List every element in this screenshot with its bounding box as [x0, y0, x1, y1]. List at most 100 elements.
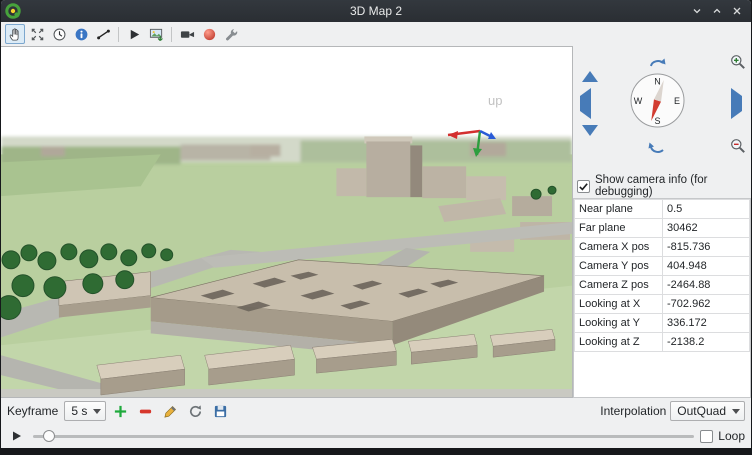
zoom-in-icon	[730, 54, 746, 70]
show-camera-info-label: Show camera info (for debugging)	[595, 174, 747, 198]
red-sphere-icon	[202, 27, 217, 42]
3d-scene	[1, 47, 572, 397]
table-row: Camera Y pos404.948	[575, 257, 750, 276]
interpolation-label: Interpolation	[600, 404, 666, 418]
maximize-button[interactable]	[709, 3, 725, 19]
table-row: Near plane0.5	[575, 200, 750, 219]
close-button[interactable]	[729, 3, 745, 19]
row-value: -2464.88	[663, 276, 750, 295]
slider-handle[interactable]	[43, 430, 55, 442]
curved-arrow-left-icon	[647, 54, 667, 69]
toolbar-separator	[171, 27, 172, 42]
row-label: Looking at Z	[575, 333, 663, 352]
interpolation-value: OutQuad	[677, 404, 726, 418]
keyframe-duration-value: 5 s	[71, 404, 87, 418]
row-value: -702.962	[663, 295, 750, 314]
measure-line-button[interactable]	[93, 24, 113, 44]
show-camera-info-checkbox[interactable]: Show camera info (for debugging)	[573, 174, 751, 198]
row-value: 336.172	[663, 314, 750, 333]
zoom-full-button[interactable]	[27, 24, 47, 44]
3d-viewport[interactable]: up	[1, 46, 573, 398]
play-icon	[127, 27, 142, 42]
chevron-down-icon	[93, 409, 101, 414]
configure-button[interactable]	[221, 24, 241, 44]
row-label: Far plane	[575, 219, 663, 238]
refresh-icon	[188, 404, 203, 419]
move-right-button[interactable]	[731, 96, 742, 111]
window-title: 3D Map 2	[1, 4, 751, 18]
wrench-icon	[224, 27, 239, 42]
edit-keyframe-button[interactable]	[160, 401, 181, 422]
toolbar-separator	[118, 27, 119, 42]
row-label: Looking at Y	[575, 314, 663, 333]
loop-label: Loop	[718, 429, 745, 443]
row-value: -815.736	[663, 238, 750, 257]
remove-keyframe-button[interactable]	[135, 401, 156, 422]
table-row: Camera X pos-815.736	[575, 238, 750, 257]
save-image-icon	[149, 27, 164, 42]
row-value: 30462	[663, 219, 750, 238]
slider-groove[interactable]	[33, 435, 694, 438]
arrow-up-icon	[582, 56, 598, 82]
timeline-slider[interactable]	[33, 428, 694, 444]
row-value: 404.948	[663, 257, 750, 276]
compass-w-label: W	[634, 96, 643, 106]
chevron-down-icon	[732, 409, 740, 414]
effects-button[interactable]	[199, 24, 219, 44]
row-value: 0.5	[663, 200, 750, 219]
export-camera-button[interactable]	[177, 24, 197, 44]
compass[interactable]: N W E S	[629, 72, 686, 129]
navigation-widget: N W E S	[573, 46, 751, 174]
compass-e-label: E	[674, 96, 680, 106]
add-keyframe-button[interactable]	[110, 401, 131, 422]
curved-arrow-right-icon	[647, 138, 667, 153]
move-left-button[interactable]	[580, 96, 591, 111]
loop-checkbox[interactable]: Loop	[700, 429, 745, 443]
save-floppy-icon	[213, 404, 228, 419]
minimize-button[interactable]	[689, 3, 705, 19]
update-keyframe-button[interactable]	[185, 401, 206, 422]
play-icon	[11, 430, 23, 442]
export-animation-button[interactable]	[210, 401, 231, 422]
titlebar[interactable]: 3D Map 2	[1, 0, 751, 22]
zoom-full-icon	[30, 27, 45, 42]
keyframe-label: Keyframe	[7, 404, 58, 418]
zoom-out-icon	[730, 138, 746, 154]
info-icon	[74, 27, 89, 42]
arrow-left-icon	[580, 88, 591, 119]
checkbox-checked-icon	[577, 180, 590, 193]
identify-button[interactable]	[71, 24, 91, 44]
clock-icon	[52, 27, 67, 42]
camera-control-button[interactable]	[5, 24, 25, 44]
table-row: Looking at Z-2138.2	[575, 333, 750, 352]
pan-hand-icon	[8, 27, 23, 42]
tilt-down-button[interactable]	[647, 138, 667, 156]
pencil-icon	[163, 404, 178, 419]
tilt-up-button[interactable]	[647, 54, 667, 72]
move-up-button[interactable]	[582, 56, 598, 71]
arrow-down-icon	[582, 125, 598, 151]
camera-side-panel: N W E S Show camera info (for debugging)	[573, 46, 751, 398]
timeline-play-button[interactable]	[7, 427, 27, 445]
row-value: -2138.2	[663, 333, 750, 352]
table-row: Camera Z pos-2464.88	[575, 276, 750, 295]
3d-map-toolbar	[1, 22, 751, 46]
row-label: Camera Y pos	[575, 257, 663, 276]
row-label: Camera X pos	[575, 238, 663, 257]
keyframe-duration-select[interactable]: 5 s	[64, 401, 106, 421]
keyframe-bar: Keyframe 5 s	[1, 398, 751, 424]
minus-icon	[138, 404, 153, 419]
zoom-in-button[interactable]	[730, 54, 746, 73]
compass-s-label: S	[654, 116, 660, 126]
table-row: Looking at X-702.962	[575, 295, 750, 314]
play-animation-button[interactable]	[124, 24, 144, 44]
animation-clock-button[interactable]	[49, 24, 69, 44]
zoom-out-button[interactable]	[730, 138, 746, 157]
arrow-right-icon	[731, 88, 742, 119]
move-down-button[interactable]	[582, 136, 598, 151]
row-label: Near plane	[575, 200, 663, 219]
interpolation-select[interactable]: OutQuad	[670, 401, 745, 421]
window-frame: 3D Map 2	[0, 0, 752, 455]
content-area: up	[1, 46, 751, 398]
save-image-button[interactable]	[146, 24, 166, 44]
